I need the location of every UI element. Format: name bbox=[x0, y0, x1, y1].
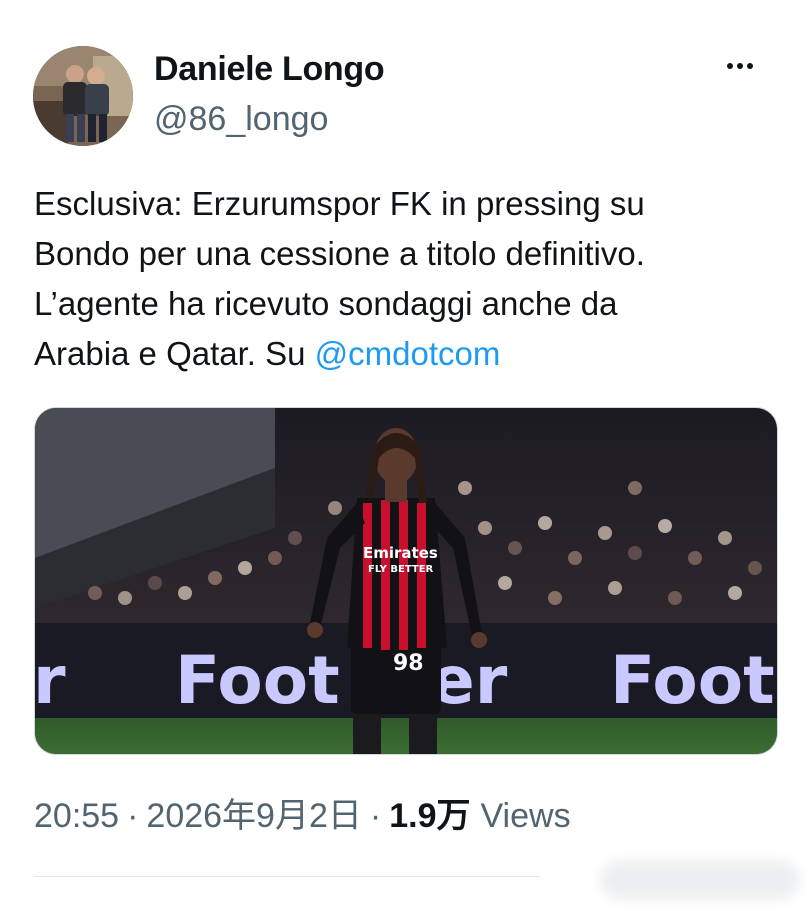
board-text-left-tail: er bbox=[430, 642, 508, 719]
tweet-line: Arabia e Qatar. Su @cmdotcom bbox=[34, 329, 774, 379]
tweet-text: Esclusiva: Erzurumspor FK in pressing su… bbox=[34, 179, 774, 379]
tweet-line: L’agente ha ricevuto sondaggi anche da bbox=[34, 285, 618, 322]
more-horizontal-icon bbox=[725, 63, 755, 69]
shirt-number: 98 bbox=[393, 651, 424, 676]
jersey-sponsor-sub: FLY BETTER bbox=[368, 564, 434, 575]
author-name[interactable]: Daniele Longo bbox=[154, 50, 385, 89]
avatar[interactable] bbox=[33, 46, 133, 146]
tweet-line-text: Arabia e Qatar. Su bbox=[34, 335, 315, 372]
board-text-left-edge: r bbox=[35, 642, 66, 719]
views-count: 1.9万 bbox=[389, 797, 471, 835]
tweet-time[interactable]: 20:55 bbox=[34, 797, 119, 836]
jersey-sponsor: Emirates bbox=[363, 544, 438, 562]
separator: · bbox=[127, 797, 139, 835]
more-button[interactable] bbox=[718, 48, 762, 84]
board-text-right: Foot L bbox=[610, 642, 778, 719]
separator: · bbox=[369, 797, 382, 835]
football-photo: r Foot Lo er Foot L Emirates FLY BETTER … bbox=[35, 408, 778, 754]
divider bbox=[34, 876, 540, 877]
tweet-meta: 20:55 · 2026年9月2日 · 1.9万 Views bbox=[34, 788, 571, 837]
tweet-line: Bondo per una cessione a titolo definiti… bbox=[34, 235, 645, 272]
avatar-photo bbox=[33, 46, 133, 146]
mention-link[interactable]: @cmdotcom bbox=[315, 335, 501, 372]
author-handle[interactable]: @86_longo bbox=[154, 100, 328, 139]
tweet-media-image[interactable]: r Foot Lo er Foot L Emirates FLY BETTER … bbox=[34, 407, 778, 755]
blurred-watermark bbox=[600, 860, 800, 900]
tweet-line: Esclusiva: Erzurumspor FK in pressing su bbox=[34, 185, 645, 222]
tweet-date[interactable]: 2026年9月2日 bbox=[146, 788, 361, 837]
views-label: Views bbox=[480, 797, 571, 835]
